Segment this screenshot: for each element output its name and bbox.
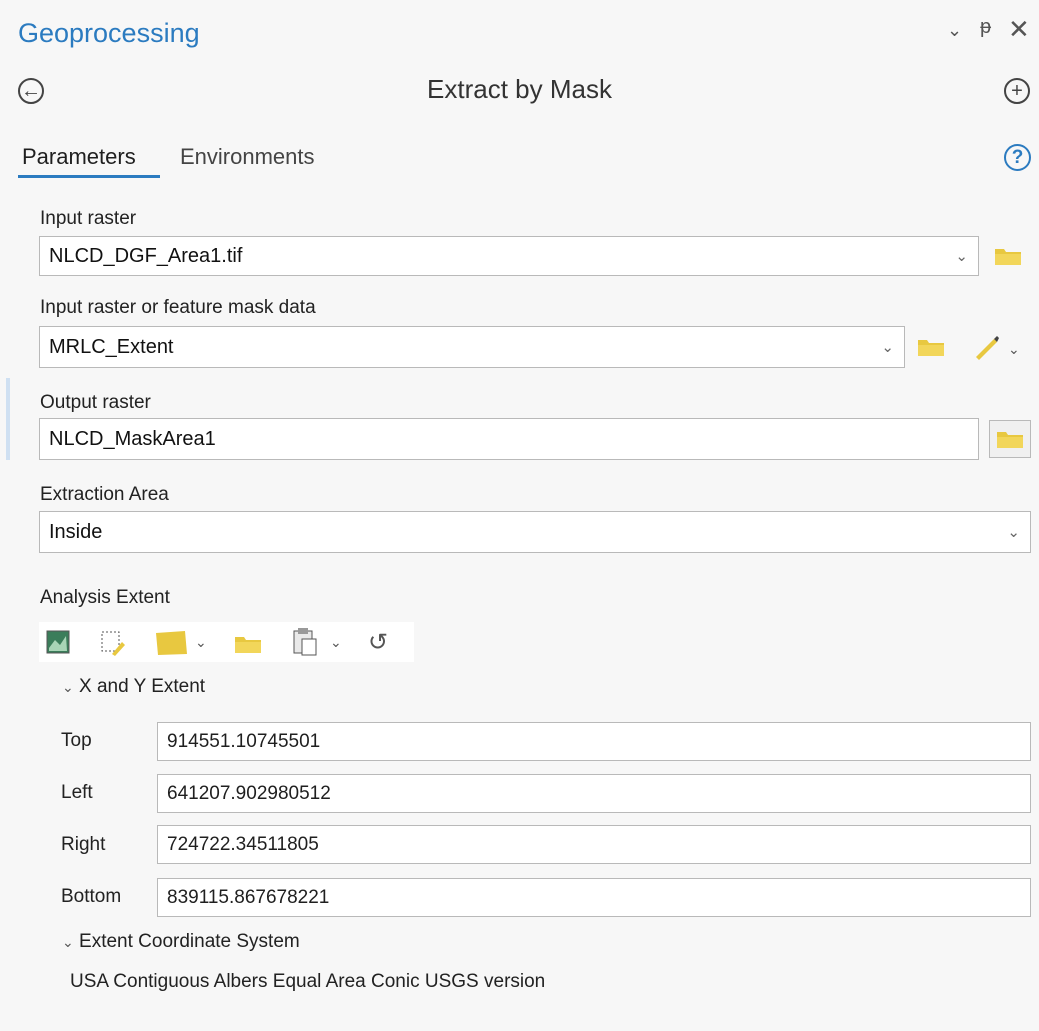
- close-icon[interactable]: ✕: [1008, 14, 1030, 45]
- chevron-down-icon: ⌄: [62, 679, 74, 695]
- browse-folder-icon[interactable]: [917, 337, 945, 357]
- mask-value: MRLC_Extent: [49, 335, 174, 358]
- top-field[interactable]: 914551.10745501: [157, 722, 1031, 761]
- output-browse-button[interactable]: [989, 420, 1031, 458]
- input-raster-value: NLCD_DGF_Area1.tif: [49, 244, 243, 267]
- chevron-down-icon: ⌄: [62, 934, 74, 950]
- extraction-area-label: Extraction Area: [40, 484, 169, 505]
- chevron-down-icon[interactable]: ⌄: [1008, 341, 1020, 358]
- chevron-down-icon[interactable]: ⌄: [881, 338, 894, 356]
- bottom-label: Bottom: [61, 886, 122, 907]
- extraction-area-select[interactable]: Inside ⌄: [39, 511, 1031, 553]
- right-field[interactable]: 724722.34511805: [157, 825, 1031, 864]
- pane-title: Geoprocessing: [18, 18, 200, 48]
- input-raster-label: Input raster: [40, 208, 137, 229]
- top-label: Top: [61, 730, 92, 751]
- output-raster-field[interactable]: NLCD_MaskArea1: [39, 418, 979, 460]
- tab-parameters[interactable]: Parameters: [22, 144, 136, 170]
- help-icon[interactable]: ?: [1004, 144, 1031, 171]
- chevron-down-icon[interactable]: ⌄: [330, 634, 342, 651]
- right-label: Right: [61, 834, 106, 855]
- chevron-down-icon[interactable]: ⌄: [195, 634, 207, 651]
- chevron-down-icon[interactable]: ⌄: [955, 247, 968, 265]
- paste-extent-icon[interactable]: [292, 627, 318, 657]
- output-raster-label: Output raster: [40, 392, 151, 413]
- tab-environments[interactable]: Environments: [180, 144, 315, 170]
- browse-folder-icon[interactable]: [234, 634, 262, 654]
- layer-extent-icon[interactable]: [155, 630, 189, 656]
- tool-title: Extract by Mask: [427, 74, 612, 104]
- xy-extent-label: X and Y Extent: [79, 676, 206, 697]
- reset-icon[interactable]: ↺: [368, 628, 388, 657]
- coord-system-label: Extent Coordinate System: [79, 931, 300, 952]
- left-field[interactable]: 641207.902980512: [157, 774, 1031, 813]
- active-parameter-indicator: [6, 378, 10, 460]
- draw-extent-icon[interactable]: [100, 630, 126, 656]
- pencil-icon[interactable]: [972, 333, 1000, 361]
- mask-field[interactable]: MRLC_Extent ⌄: [39, 326, 905, 368]
- input-raster-field[interactable]: NLCD_DGF_Area1.tif ⌄: [39, 236, 979, 276]
- browse-folder-icon: [997, 432, 1023, 448]
- extent-map-icon[interactable]: [46, 630, 70, 654]
- analysis-extent-label: Analysis Extent: [40, 587, 170, 608]
- coord-system-value: USA Contiguous Albers Equal Area Conic U…: [70, 971, 546, 992]
- pin-icon[interactable]: ᵽ: [980, 16, 991, 39]
- xy-extent-toggle[interactable]: ⌄ X and Y Extent: [62, 676, 205, 698]
- mask-label: Input raster or feature mask data: [40, 297, 316, 318]
- coord-system-toggle[interactable]: ⌄ Extent Coordinate System: [62, 931, 300, 953]
- extent-toolbar: [39, 622, 414, 662]
- chevron-down-icon[interactable]: ⌄: [947, 20, 962, 41]
- output-raster-value: NLCD_MaskArea1: [49, 427, 216, 450]
- bottom-field[interactable]: 839115.867678221: [157, 878, 1031, 917]
- plus-circle-icon[interactable]: +: [1004, 78, 1030, 104]
- left-label: Left: [61, 782, 93, 803]
- active-tab-indicator: [18, 175, 160, 178]
- chevron-down-icon[interactable]: ⌄: [1007, 523, 1020, 541]
- extraction-area-value: Inside: [49, 520, 103, 543]
- browse-folder-icon[interactable]: [994, 246, 1022, 266]
